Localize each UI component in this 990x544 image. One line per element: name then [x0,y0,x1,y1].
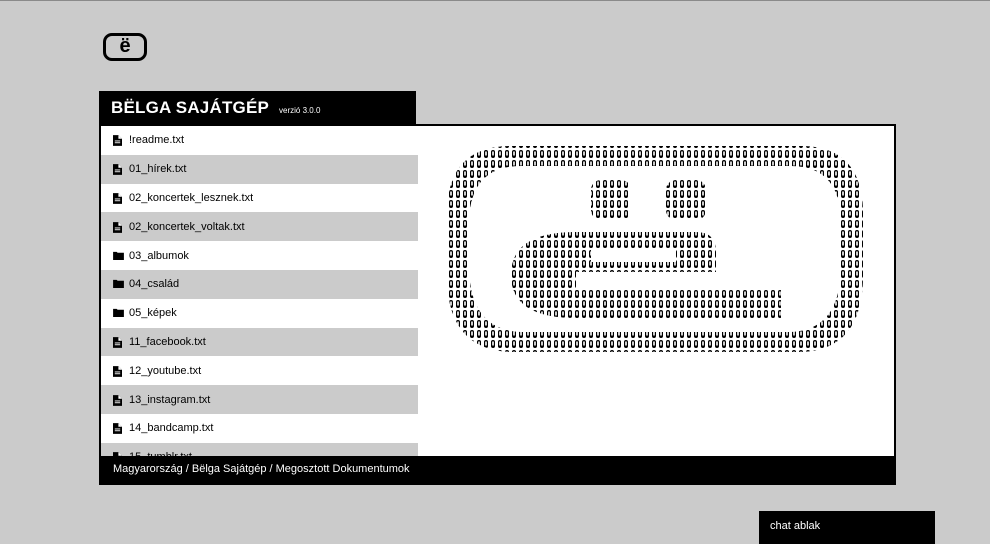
file-list[interactable]: !readme.txt 01_hírek.txt 02_koncertek_lesz… [101,126,418,456]
window-titlebar[interactable]: BËLGA SAJÁTGÉP verzió 3.0.0 [99,91,416,125]
file-label: 12_youtube.txt [129,364,202,377]
file-label: 02_koncertek_voltak.txt [129,220,245,233]
file-row[interactable]: 13_instagram.txt [101,385,418,414]
file-label: 14_bandcamp.txt [129,422,214,435]
file-label: 02_koncertek_lesznek.txt [129,191,254,204]
file-icon [113,221,123,233]
file-icon [113,365,123,377]
file-row[interactable]: 03_albumok [101,241,418,270]
file-row[interactable]: 04_család [101,269,418,299]
logo-text: ë [119,35,131,57]
window-title: BËLGA SAJÁTGÉP [111,98,270,117]
file-row[interactable]: 15_tumblr.txt [101,442,418,456]
folder-icon [113,308,124,318]
file-row[interactable]: 01_hírek.txt [101,154,418,184]
file-row[interactable]: 12_youtube.txt [101,356,418,385]
file-label: 03_albumok [129,249,189,262]
ascii-logo-art [447,146,863,352]
file-label: 04_család [129,278,180,291]
file-icon [113,193,123,204]
folder-icon [113,251,124,261]
file-row[interactable]: 14_bandcamp.txt [101,414,418,443]
file-row[interactable]: !readme.txt [101,126,418,155]
file-row[interactable]: 05_képek [101,299,418,328]
file-icon [113,337,123,348]
file-icon [113,164,123,176]
file-row[interactable]: 02_koncertek_voltak.txt [101,212,418,242]
file-explorer-window: !readme.txt 01_hírek.txt 02_koncertek_lesz… [99,124,896,485]
file-label: 05_képek [129,307,177,320]
file-row[interactable]: 11_facebook.txt [101,327,418,357]
file-label: 11_facebook.txt [129,335,206,348]
file-row[interactable]: 02_koncertek_lesznek.txt [101,184,418,213]
file-icon [113,423,123,435]
breadcrumb[interactable]: Magyarország / Bëlga Sajátgép / Megoszto… [113,463,410,475]
breadcrumb-statusbar: Magyarország / Bëlga Sajátgép / Megoszto… [101,456,894,483]
chat-label: chat ablak [770,520,821,532]
app-logo: ë [103,33,147,61]
version-label: verzió 3.0.0 [279,106,321,115]
file-icon [113,394,123,406]
file-label: 13_instagram.txt [129,393,211,406]
file-label: 01_hírek.txt [129,163,187,176]
folder-icon [113,279,124,289]
file-icon [113,135,123,147]
chat-window-button[interactable]: chat ablak [759,511,935,544]
file-label: !readme.txt [129,134,185,147]
